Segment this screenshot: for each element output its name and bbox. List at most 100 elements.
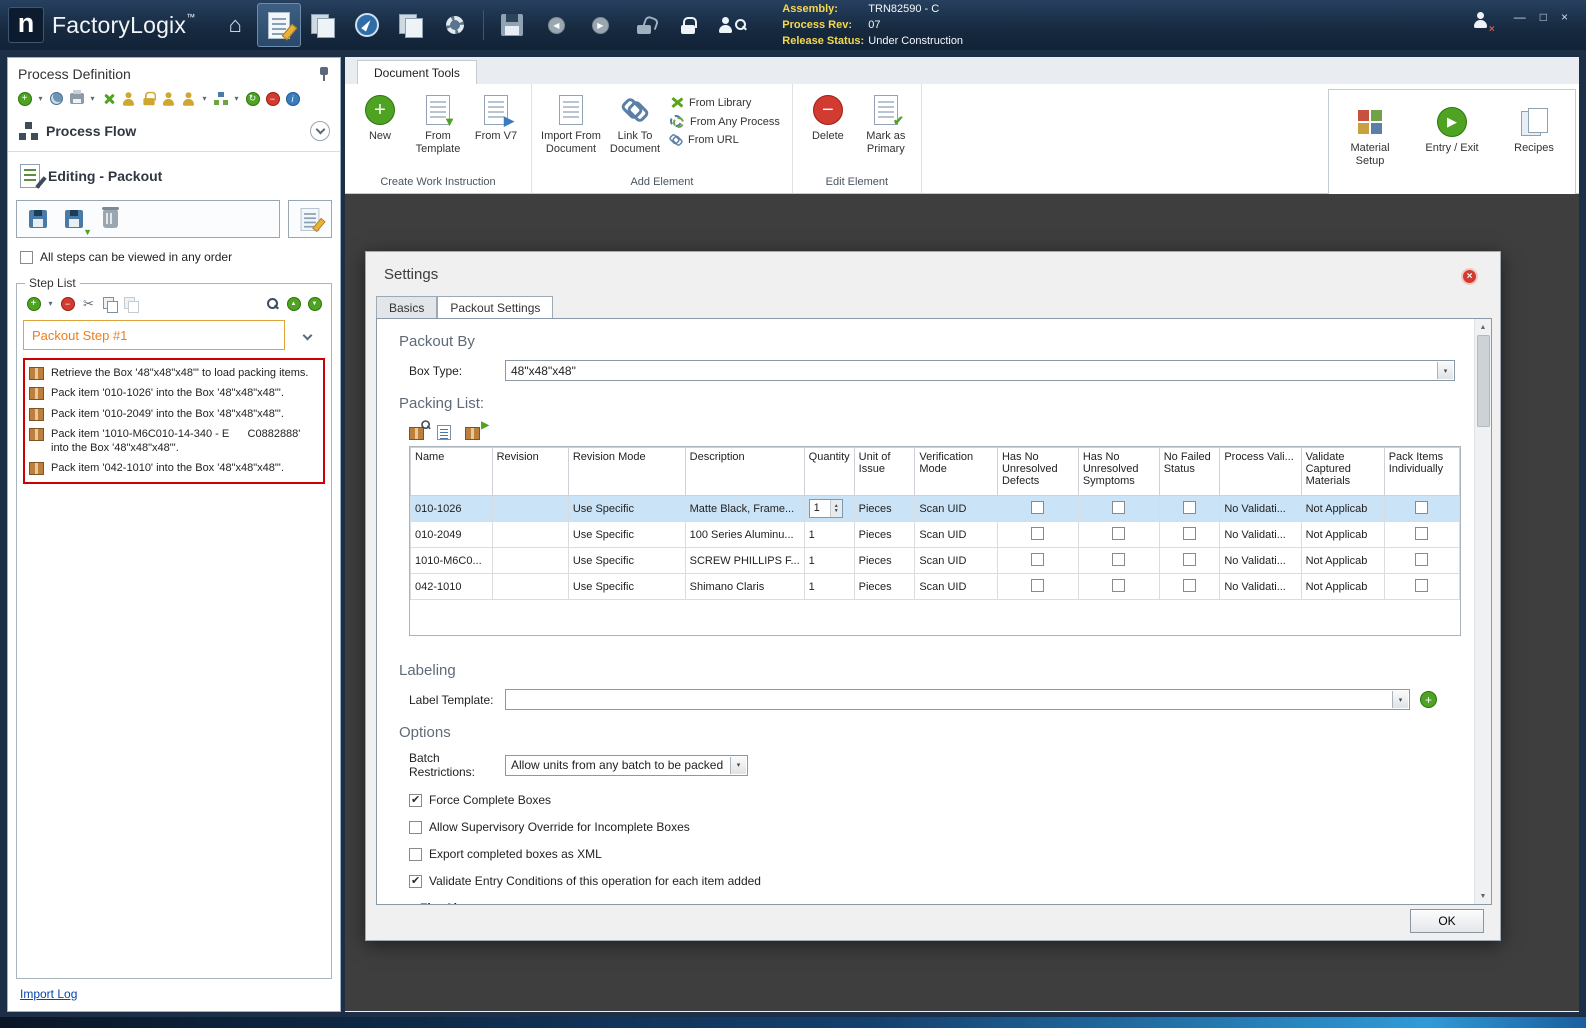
add-label-template-button[interactable]: +: [1420, 691, 1437, 708]
work-instructions-button[interactable]: [257, 3, 302, 47]
navigator-button[interactable]: [345, 3, 389, 47]
pin-icon[interactable]: [318, 66, 330, 82]
app-settings-button[interactable]: [433, 3, 477, 47]
option-checkbox[interactable]: [409, 793, 422, 807]
from-v7-button[interactable]: ▶ From V7: [467, 90, 525, 166]
scrollbar-thumb[interactable]: [1476, 335, 1490, 427]
import-step-button[interactable]: ▼: [61, 205, 92, 237]
tree-view-button[interactable]: [212, 90, 229, 107]
column-header[interactable]: Validate Captured Materials: [1300, 447, 1385, 496]
back-button[interactable]: ◀: [534, 3, 578, 47]
move-step-up-button[interactable]: ▲: [285, 295, 302, 312]
edit-document-button[interactable]: [288, 200, 332, 238]
step-item[interactable]: Retrieve the Box '48"x48"x48"' to load p…: [27, 363, 321, 383]
find-step-button[interactable]: [264, 295, 281, 312]
entry-exit-button[interactable]: ▶ Entry / Exit: [1423, 102, 1481, 178]
add-process-menu[interactable]: ▾: [36, 90, 45, 107]
option-checkbox[interactable]: [409, 874, 422, 888]
row-checkbox[interactable]: [1112, 552, 1126, 566]
print-button[interactable]: [68, 90, 85, 107]
dropdown-arrow-icon[interactable]: ▾: [730, 756, 746, 774]
column-header[interactable]: Verification Mode: [914, 447, 998, 496]
add-step-button[interactable]: +: [25, 295, 42, 312]
unlock-button[interactable]: [622, 3, 666, 47]
info-button[interactable]: i: [284, 90, 301, 107]
remove-step-button[interactable]: −: [59, 295, 76, 312]
step-item[interactable]: Pack item '042-1010' into the Box '48"x4…: [27, 458, 321, 478]
row-checkbox[interactable]: [1415, 500, 1429, 514]
dialog-close-button[interactable]: ×: [1461, 268, 1478, 285]
column-header[interactable]: Revision: [491, 447, 569, 496]
row-checkbox[interactable]: [1031, 578, 1045, 592]
column-header[interactable]: No Failed Status: [1158, 447, 1221, 496]
quantity-spinner[interactable]: 1 ▲ ▼: [808, 499, 843, 518]
step-item[interactable]: Pack item '010-2049' into the Box '48"x4…: [27, 404, 321, 424]
from-template-button[interactable]: ▼ From Template: [409, 90, 467, 166]
from-url-button[interactable]: From URL: [670, 134, 780, 146]
column-header[interactable]: Quantity: [803, 447, 855, 496]
column-header[interactable]: Description: [684, 447, 805, 496]
expand-step-icon[interactable]: [302, 330, 313, 340]
row-checkbox[interactable]: [1112, 500, 1126, 514]
batch-restrictions-select[interactable]: Allow units from any batch to be packed …: [505, 754, 748, 776]
save-step-button[interactable]: [25, 205, 51, 233]
home-button[interactable]: ⌂: [213, 3, 257, 47]
save-button[interactable]: [490, 3, 534, 47]
option-checkbox-row[interactable]: Force Complete Boxes: [409, 793, 1491, 807]
delete-step-button[interactable]: [97, 205, 123, 233]
column-header[interactable]: Unit of Issue: [853, 447, 916, 496]
label-template-select[interactable]: ▾: [505, 689, 1410, 710]
add-part-button[interactable]: ▶: [465, 420, 489, 440]
web-button[interactable]: [48, 90, 65, 107]
from-any-process-button[interactable]: From Any Process: [670, 115, 780, 128]
part-list-button[interactable]: [437, 422, 457, 440]
link-to-document-button[interactable]: Link To Document: [604, 90, 666, 166]
view-any-order-row[interactable]: All steps can be viewed in any order: [8, 238, 340, 272]
add-process-button[interactable]: +: [16, 90, 33, 107]
row-checkbox[interactable]: [1112, 526, 1126, 540]
scroll-up-icon[interactable]: ▲: [1475, 319, 1491, 335]
packing-row[interactable]: 010-1026 Use Specific Matte Black, Frame..…: [410, 495, 1460, 522]
collapse-flow-button[interactable]: [310, 121, 330, 141]
move-step-down-button[interactable]: ▼: [306, 295, 323, 312]
recipes-button[interactable]: Recipes: [1505, 102, 1563, 178]
find-user-button[interactable]: [710, 3, 754, 47]
tab-packout-settings[interactable]: Packout Settings: [437, 296, 554, 318]
column-header[interactable]: Name: [410, 447, 493, 496]
tab-document-tools[interactable]: Document Tools: [357, 60, 477, 84]
user-menu[interactable]: ▾: [200, 90, 209, 107]
column-header[interactable]: Revision Mode: [567, 447, 686, 496]
column-header[interactable]: Pack Items Individually: [1383, 447, 1460, 496]
row-checkbox[interactable]: [1415, 526, 1429, 540]
tab-basics[interactable]: Basics: [376, 296, 438, 318]
import-log-link[interactable]: Import Log: [20, 987, 77, 1001]
print-menu[interactable]: ▾: [88, 90, 97, 107]
option-checkbox-row[interactable]: Allow Supervisory Override for Incomplet…: [409, 820, 1491, 834]
minimize-button[interactable]: —: [1514, 10, 1526, 24]
row-checkbox[interactable]: [1183, 552, 1197, 566]
packing-row[interactable]: 042-1010 Use Specific Shimano Claris 1 Piece…: [410, 573, 1460, 600]
tree-menu[interactable]: ▾: [232, 90, 241, 107]
current-step-field[interactable]: Packout Step #1: [23, 320, 285, 350]
option-checkbox-row[interactable]: Export completed boxes as XML: [409, 847, 1491, 861]
row-checkbox[interactable]: [1415, 578, 1429, 592]
dropdown-arrow-icon[interactable]: ▾: [1437, 362, 1453, 379]
export-button[interactable]: [100, 90, 117, 107]
lock-process-button[interactable]: [140, 90, 157, 107]
step-item[interactable]: Pack item '010-1026' into the Box '48"x4…: [27, 383, 321, 403]
templates-button[interactable]: [389, 3, 433, 47]
row-checkbox[interactable]: [1183, 578, 1197, 592]
column-header[interactable]: Has No Unresolved Symptoms: [1077, 447, 1160, 496]
import-from-document-button[interactable]: Import From Document: [538, 90, 604, 166]
add-step-menu[interactable]: ▾: [46, 295, 55, 312]
documents-button[interactable]: [301, 3, 345, 47]
forward-button[interactable]: ▶: [578, 3, 622, 47]
sign-out-button[interactable]: ×: [1473, 12, 1495, 35]
view-any-order-checkbox[interactable]: [20, 250, 33, 264]
row-checkbox[interactable]: [1415, 552, 1429, 566]
dropdown-arrow-icon[interactable]: ▾: [1392, 691, 1408, 708]
option-checkbox[interactable]: [409, 847, 422, 861]
option-checkbox[interactable]: [409, 820, 422, 834]
release-user-button[interactable]: [120, 90, 137, 107]
dialog-scrollbar[interactable]: ▲ ▼: [1474, 319, 1491, 904]
